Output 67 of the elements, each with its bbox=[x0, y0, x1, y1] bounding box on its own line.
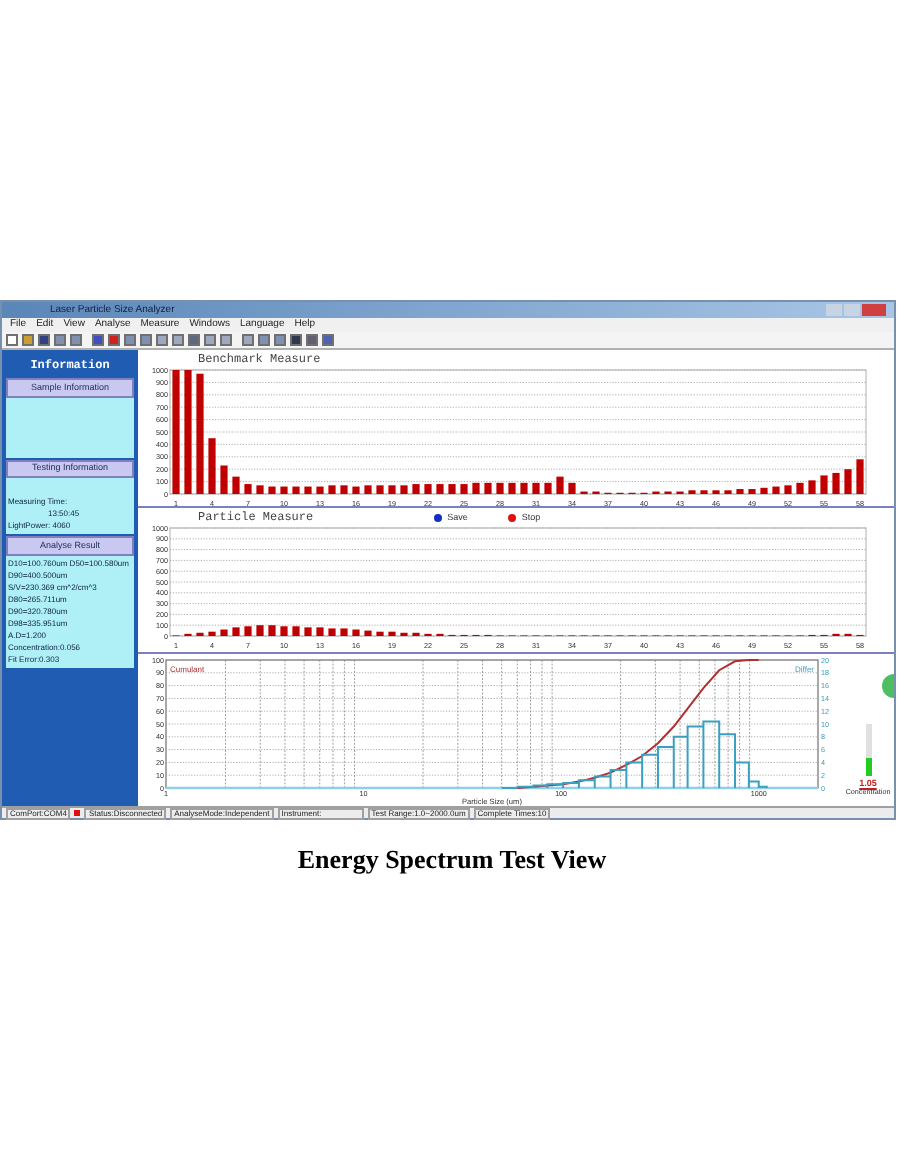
bar bbox=[436, 484, 444, 494]
bar bbox=[340, 485, 348, 494]
bar bbox=[304, 486, 312, 494]
bar bbox=[820, 475, 828, 494]
section-body bbox=[6, 397, 134, 457]
bar bbox=[280, 626, 288, 636]
bar bbox=[292, 486, 300, 494]
bar bbox=[220, 629, 228, 636]
bar bbox=[856, 459, 864, 494]
bar bbox=[328, 628, 336, 636]
maximize-button[interactable] bbox=[844, 304, 860, 316]
bar bbox=[424, 484, 432, 494]
bar bbox=[340, 628, 348, 636]
status-led-icon bbox=[74, 810, 81, 816]
bar bbox=[568, 482, 576, 494]
bar bbox=[232, 627, 240, 636]
bar bbox=[844, 469, 852, 494]
bar bbox=[268, 625, 276, 636]
bar bbox=[364, 630, 372, 636]
bar bbox=[184, 370, 192, 494]
bar bbox=[448, 484, 456, 494]
caption: Energy Spectrum Test View bbox=[297, 842, 607, 878]
bar bbox=[532, 482, 540, 494]
bar bbox=[388, 631, 396, 636]
minimize-button[interactable] bbox=[826, 304, 842, 316]
bar bbox=[832, 472, 840, 494]
bar bbox=[328, 485, 336, 494]
bar bbox=[796, 482, 804, 494]
bar bbox=[760, 487, 768, 494]
bar bbox=[772, 486, 780, 494]
bar bbox=[292, 626, 300, 636]
bar bbox=[232, 476, 240, 494]
bar bbox=[376, 485, 384, 494]
bar bbox=[280, 486, 288, 494]
bar bbox=[556, 476, 564, 494]
bar bbox=[400, 485, 408, 494]
bar bbox=[484, 482, 492, 494]
bar bbox=[808, 480, 816, 494]
bar bbox=[352, 629, 360, 636]
bar bbox=[196, 373, 204, 494]
bar bbox=[412, 484, 420, 494]
close-button[interactable] bbox=[862, 304, 886, 316]
bar bbox=[256, 625, 264, 636]
bar bbox=[784, 485, 792, 494]
bar bbox=[304, 627, 312, 636]
bar bbox=[208, 438, 216, 494]
bar bbox=[316, 486, 324, 494]
bar bbox=[520, 482, 528, 494]
bar bbox=[460, 484, 468, 494]
bar bbox=[508, 482, 516, 494]
bar bbox=[316, 627, 324, 636]
bar bbox=[208, 631, 216, 636]
bar bbox=[268, 486, 276, 494]
bar bbox=[496, 482, 504, 494]
bar bbox=[220, 465, 228, 494]
bar bbox=[244, 484, 252, 494]
bar bbox=[244, 626, 252, 636]
bar bbox=[544, 482, 552, 494]
bar bbox=[736, 489, 744, 494]
bar bbox=[388, 485, 396, 494]
bar bbox=[172, 370, 180, 494]
bar bbox=[256, 485, 264, 494]
bar bbox=[352, 486, 360, 494]
bar bbox=[364, 485, 372, 494]
bar bbox=[472, 482, 480, 494]
bar bbox=[376, 631, 384, 636]
bar bbox=[748, 489, 756, 494]
